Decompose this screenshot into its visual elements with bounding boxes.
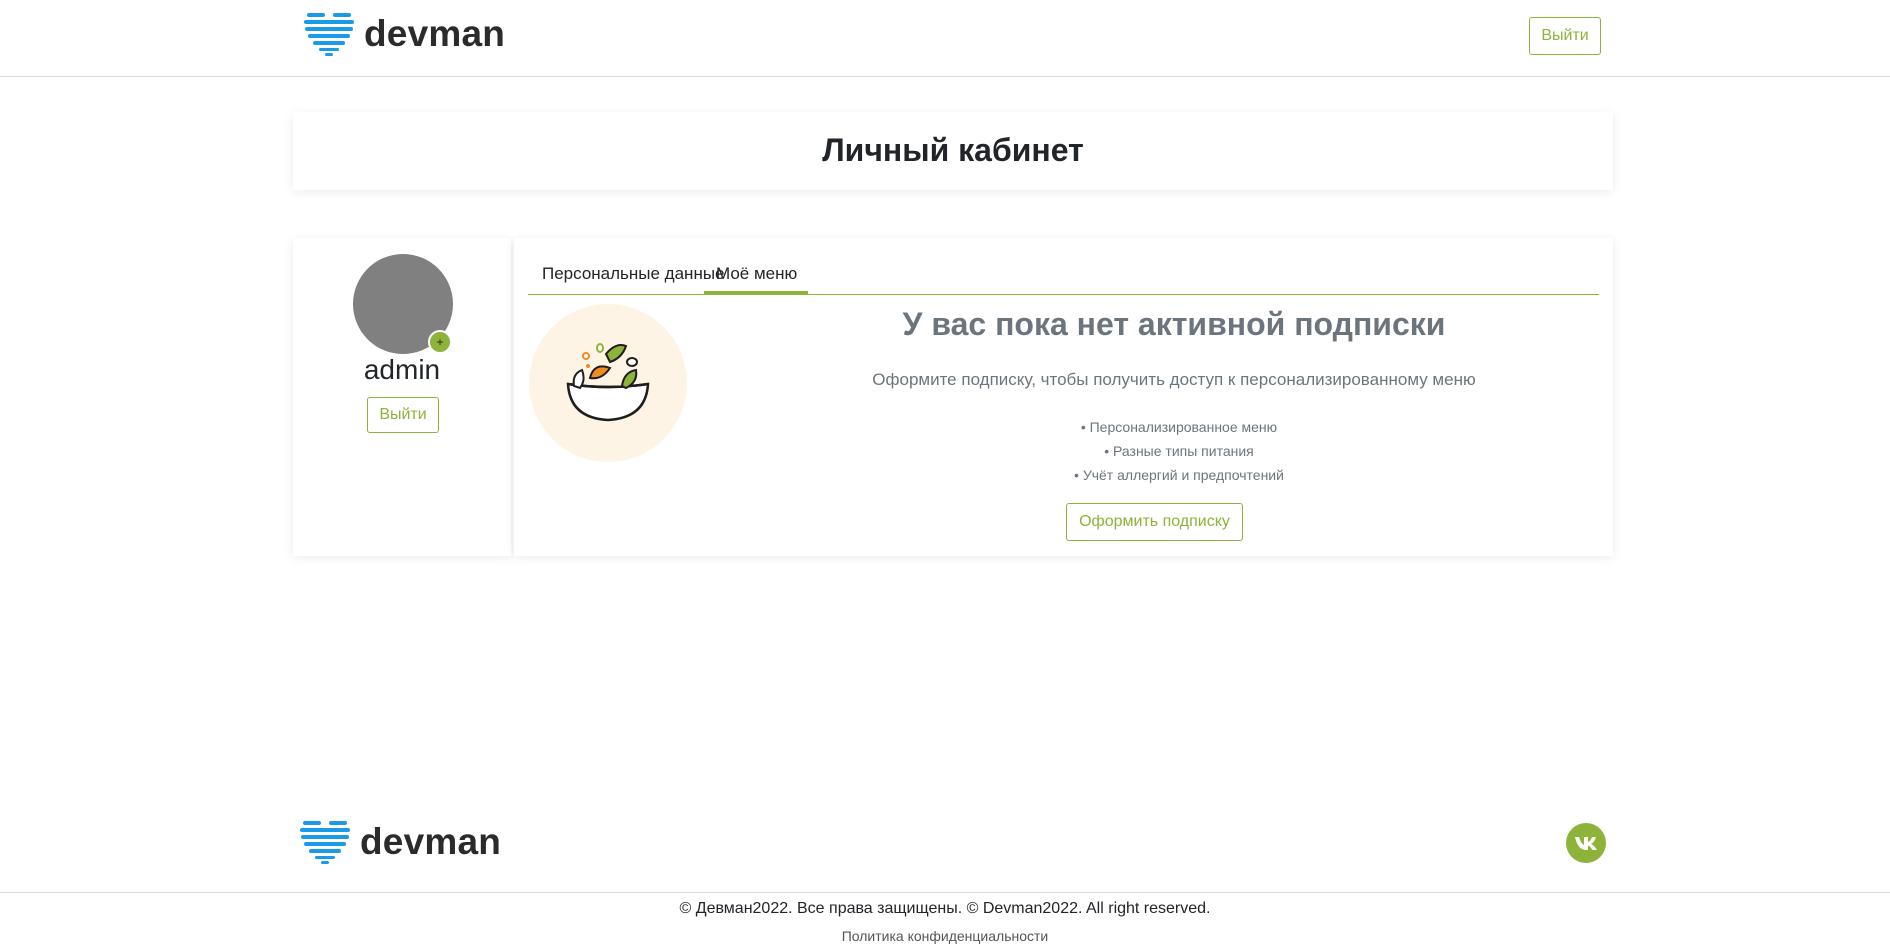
heart-logo-icon [300, 821, 350, 864]
page-title: Личный кабинет [822, 132, 1084, 168]
footer-divider [0, 892, 1890, 893]
page-title-card: Личный кабинет [293, 112, 1613, 190]
vk-icon[interactable] [1566, 823, 1606, 863]
salad-illustration [529, 304, 687, 462]
footer-logo[interactable]: devman [300, 820, 501, 864]
vk-glyph [1575, 837, 1597, 850]
privacy-policy-link[interactable]: Политика конфиденциальности [0, 928, 1890, 944]
feature-item: • Учёт аллергий и предпочтений [1074, 467, 1284, 483]
subscribe-button[interactable]: Оформить подписку [1066, 503, 1243, 541]
no-subscription-subtitle: Оформите подписку, чтобы получить доступ… [872, 370, 1476, 389]
header-logout-button[interactable]: Выйти [1529, 17, 1601, 55]
content-card: Персональные данные Моё меню У вас пока … [514, 238, 1613, 556]
tab-personal-data[interactable]: Персональные данные [542, 258, 725, 294]
profile-card: + admin Выйти [293, 238, 511, 556]
copyright-text: © Девман2022. Все права защищены. © Devm… [679, 900, 1211, 917]
feature-item: • Персонализированное меню [1080, 419, 1278, 435]
feature-item: • Разные типы питания [1104, 443, 1254, 459]
tab-bar: Персональные данные Моё меню [528, 258, 1599, 295]
site-header: devman Выйти [0, 0, 1890, 77]
username: admin [363, 354, 441, 385]
no-subscription-title: У вас пока нет активной подписки [902, 306, 1446, 342]
profile-logout-button[interactable]: Выйти [367, 397, 439, 433]
header-logo[interactable]: devman [304, 12, 505, 56]
brand-name: devman [360, 821, 502, 862]
avatar-add-icon[interactable]: + [428, 330, 452, 354]
tab-my-menu[interactable]: Моё меню [704, 258, 808, 294]
brand-name: devman [364, 13, 506, 54]
heart-logo-icon [304, 13, 354, 56]
salad-bowl-icon [566, 343, 650, 422]
